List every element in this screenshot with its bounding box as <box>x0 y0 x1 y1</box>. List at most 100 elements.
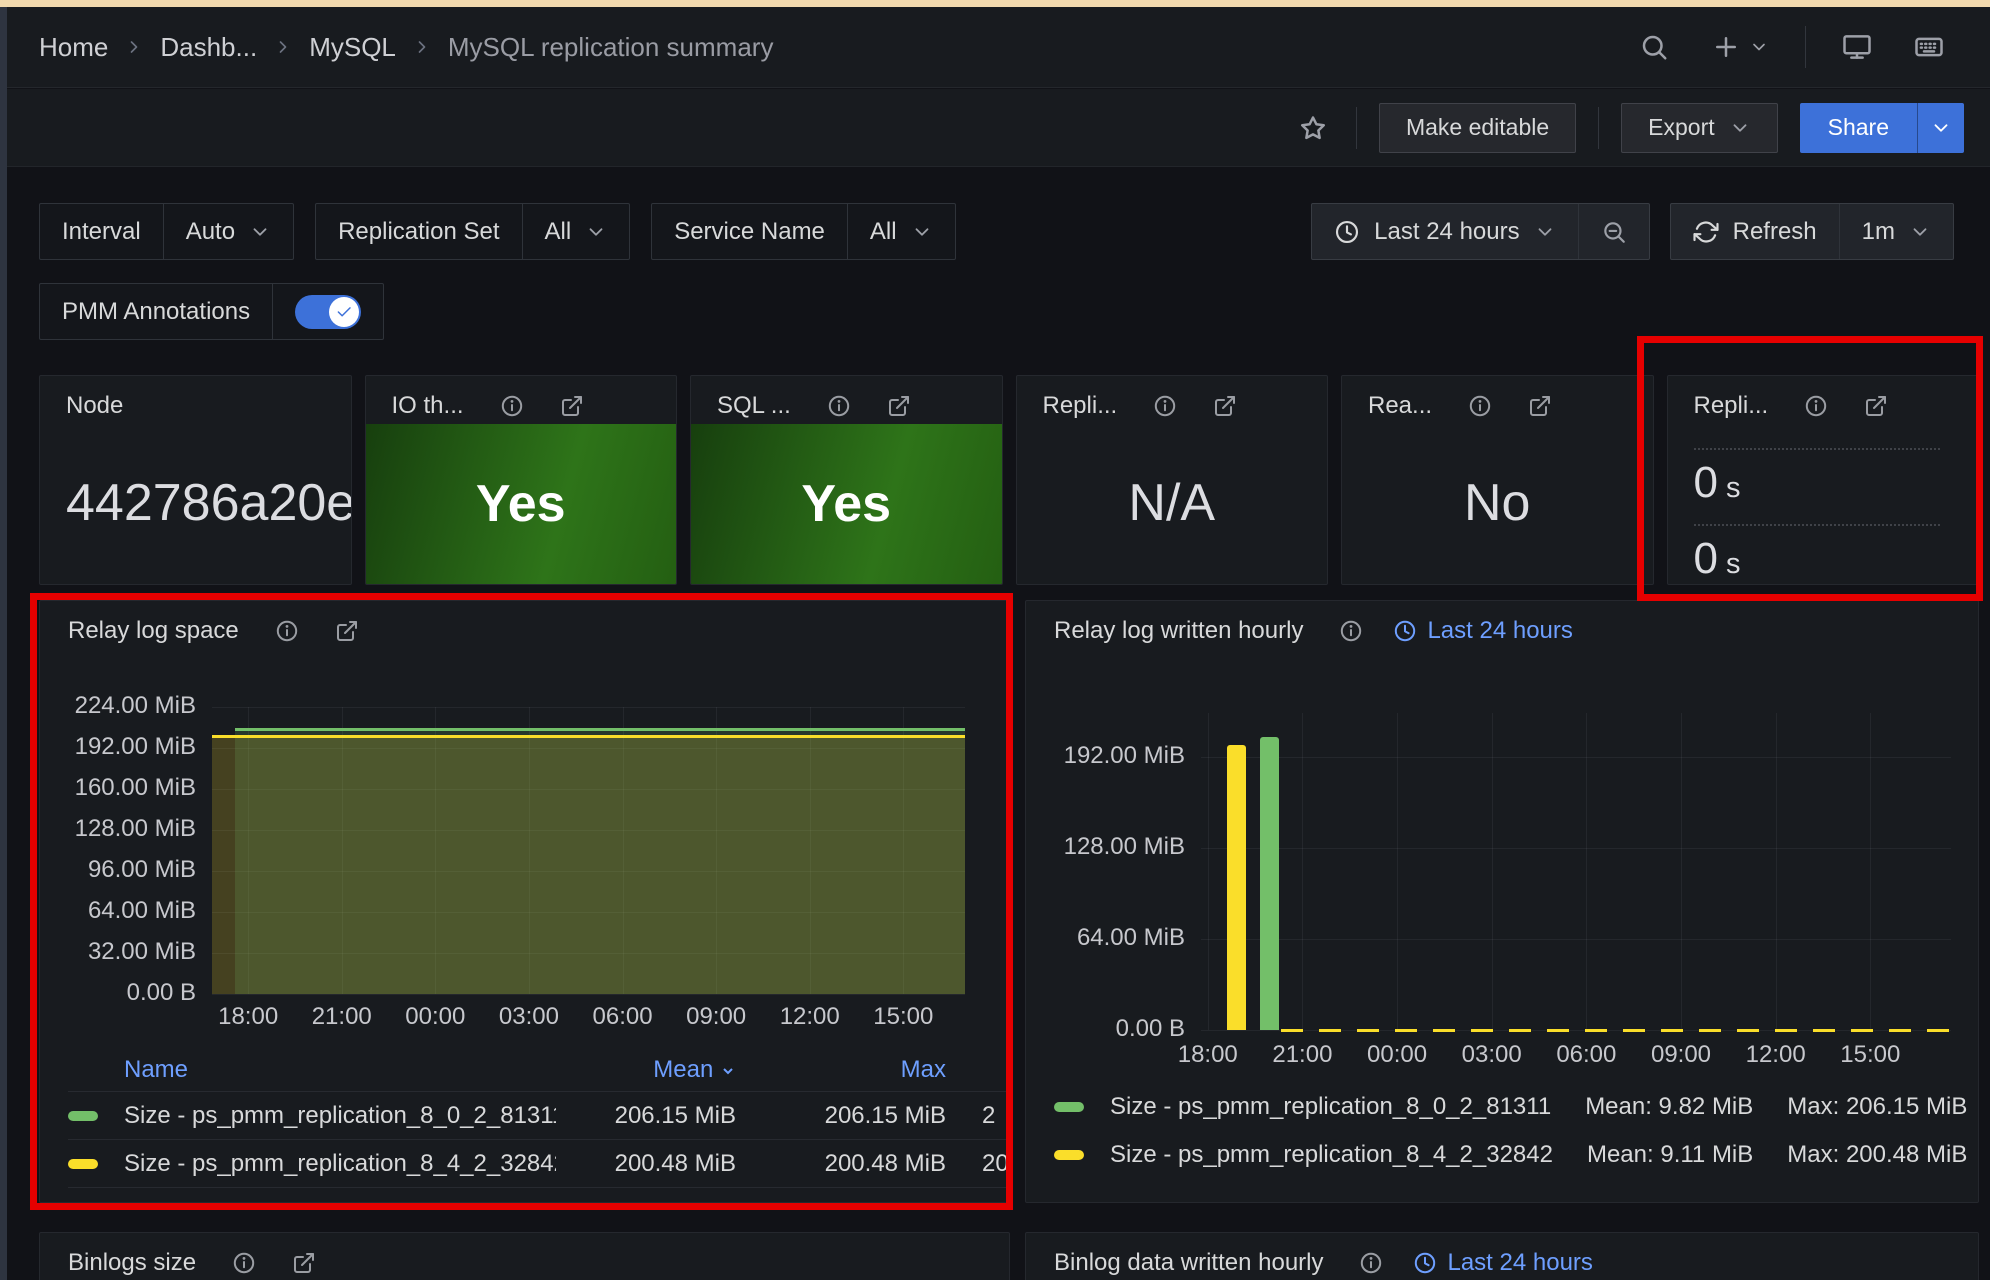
dashboard-toolbar: Make editable Export Share <box>7 89 1990 167</box>
x-axis-label: 12:00 <box>1721 1041 1831 1069</box>
toolbar-divider <box>1598 107 1599 149</box>
browser-chrome-strip <box>0 0 1990 7</box>
stat-value: No <box>1342 422 1653 584</box>
search-icon[interactable] <box>1633 26 1675 68</box>
x-axis-label: 00:00 <box>1342 1041 1452 1069</box>
external-link-icon[interactable] <box>292 1251 316 1275</box>
stat-panel: Repli...N/A <box>1016 375 1329 585</box>
variable-group: Replication SetAll <box>315 203 630 260</box>
zero-dashed-line <box>1281 1029 1951 1032</box>
stat-panel: Node442786a20e65 <box>39 375 352 585</box>
y-axis-label: 192.00 MiB <box>1025 742 1185 770</box>
chevron-down-icon <box>1534 221 1556 243</box>
stat-panel-header: Repli... <box>1043 392 1320 420</box>
clock-icon <box>1413 1251 1437 1275</box>
variable-group: Service NameAll <box>651 203 955 260</box>
monitor-icon[interactable] <box>1836 26 1878 68</box>
external-link-icon[interactable] <box>1213 394 1237 418</box>
x-axis-label: 06:00 <box>1531 1041 1641 1069</box>
x-axis-label: 09:00 <box>1626 1041 1736 1069</box>
breadcrumb: Home Dashb... MySQL MySQL replication summa… <box>39 32 773 63</box>
info-icon[interactable] <box>1468 394 1492 418</box>
panel-title[interactable]: SQL ... <box>717 392 791 420</box>
add-icon[interactable] <box>1705 26 1775 68</box>
panel-title[interactable]: Rea... <box>1368 392 1432 420</box>
legend-swatch <box>1054 1102 1084 1112</box>
stat-value-area: Yes <box>691 424 1002 584</box>
breadcrumb-item[interactable]: Home <box>39 32 108 63</box>
refresh-interval-dropdown[interactable]: 1m <box>1839 204 1953 259</box>
stat-panel-header: Rea... <box>1368 392 1645 420</box>
variable-label: Service Name <box>652 204 847 259</box>
y-axis-label: 0.00 B <box>1025 1015 1185 1043</box>
chevron-down-icon <box>249 221 271 243</box>
legend-swatch <box>1054 1150 1084 1160</box>
panel-header: Binlog data written hourly Last 24 hours <box>1054 1249 1968 1277</box>
keyboard-icon[interactable] <box>1908 26 1950 68</box>
legend-row: Size - ps_pmm_replication_8_4_2_32842Mea… <box>1054 1141 1967 1169</box>
x-axis-label: 03:00 <box>1437 1041 1547 1069</box>
panel-title[interactable]: Binlogs size <box>68 1249 196 1277</box>
share-caret-button[interactable] <box>1917 103 1964 153</box>
make-editable-button[interactable]: Make editable <box>1379 103 1576 153</box>
legend-series-name[interactable]: Size - ps_pmm_replication_8_4_2_32842 <box>1110 1141 1553 1169</box>
external-link-icon[interactable] <box>560 394 584 418</box>
chevron-down-icon <box>1909 221 1931 243</box>
export-button[interactable]: Export <box>1621 103 1777 153</box>
panel-title[interactable]: IO th... <box>392 392 464 420</box>
annotation-box-replication-delay <box>1637 336 1983 601</box>
panel-relay-log-written-hourly: Relay log written hourly Last 24 hours 1… <box>1025 600 1979 1203</box>
submenu-bar: IntervalAutoReplication SetAllService Na… <box>39 203 1954 260</box>
variable-dropdown[interactable]: All <box>522 204 630 259</box>
breadcrumb-bar: Home Dashb... MySQL MySQL replication summa… <box>7 7 1990 88</box>
breadcrumb-item[interactable]: MySQL <box>309 32 396 63</box>
check-icon <box>329 297 359 327</box>
chevron-right-icon <box>273 37 293 57</box>
panel-time-range-link[interactable]: Last 24 hours <box>1413 1249 1592 1277</box>
variable-dropdown[interactable]: All <box>847 204 955 259</box>
share-button[interactable]: Share <box>1800 103 1917 153</box>
external-link-icon[interactable] <box>1528 394 1552 418</box>
breadcrumb-item[interactable]: MySQL replication summary <box>448 32 774 63</box>
chevron-down-icon <box>1729 117 1751 139</box>
refresh-icon <box>1693 219 1719 245</box>
info-icon[interactable] <box>1359 1251 1383 1275</box>
panel-title[interactable]: Node <box>66 392 123 420</box>
bar-chart: 192.00 MiB128.00 MiB64.00 MiB0.00 B18:00… <box>1026 601 1978 1202</box>
legend-series-name[interactable]: Size - ps_pmm_replication_8_0_2_81311 <box>1110 1093 1551 1121</box>
refresh-button[interactable]: Refresh <box>1671 204 1839 259</box>
x-axis-label: 21:00 <box>1247 1041 1357 1069</box>
legend-row: Size - ps_pmm_replication_8_0_2_81311Mea… <box>1054 1093 1967 1121</box>
y-axis-label: 64.00 MiB <box>1025 924 1185 952</box>
info-icon[interactable] <box>827 394 851 418</box>
stat-panel-header: IO th... <box>392 392 669 420</box>
stat-panel-header: SQL ... <box>717 392 994 420</box>
pmm-annotations-group: PMM Annotations <box>39 283 384 340</box>
bar <box>1260 737 1279 1030</box>
chevron-right-icon <box>124 37 144 57</box>
breadcrumb-item[interactable]: Dashb... <box>160 32 257 63</box>
scrollbar-track[interactable] <box>0 7 7 1280</box>
panel-title[interactable]: Binlog data written hourly <box>1054 1249 1323 1277</box>
stat-panel: Rea...No <box>1341 375 1654 585</box>
info-icon[interactable] <box>1153 394 1177 418</box>
variable-dropdown[interactable]: Auto <box>163 204 293 259</box>
time-range-picker[interactable]: Last 24 hours <box>1312 204 1577 259</box>
chart-plot-area[interactable] <box>1201 713 1951 1030</box>
stat-panel-header: Node <box>66 392 343 420</box>
panel-title[interactable]: Repli... <box>1043 392 1118 420</box>
zoom-out-button[interactable] <box>1578 204 1649 259</box>
info-icon[interactable] <box>500 394 524 418</box>
stat-value: Yes <box>476 474 566 534</box>
external-link-icon[interactable] <box>887 394 911 418</box>
variable-label: Interval <box>40 204 163 259</box>
annotation-box-relay-log-space <box>30 593 1013 1210</box>
info-icon[interactable] <box>232 1251 256 1275</box>
x-axis-label: 18:00 <box>1153 1041 1263 1069</box>
annotations-row: PMM Annotations <box>39 283 384 340</box>
variable-label: Replication Set <box>316 204 521 259</box>
chevron-down-icon <box>1930 117 1952 139</box>
pmm-annotations-label: PMM Annotations <box>40 284 272 339</box>
pmm-annotations-toggle[interactable] <box>295 295 361 329</box>
star-icon[interactable] <box>1292 107 1334 149</box>
